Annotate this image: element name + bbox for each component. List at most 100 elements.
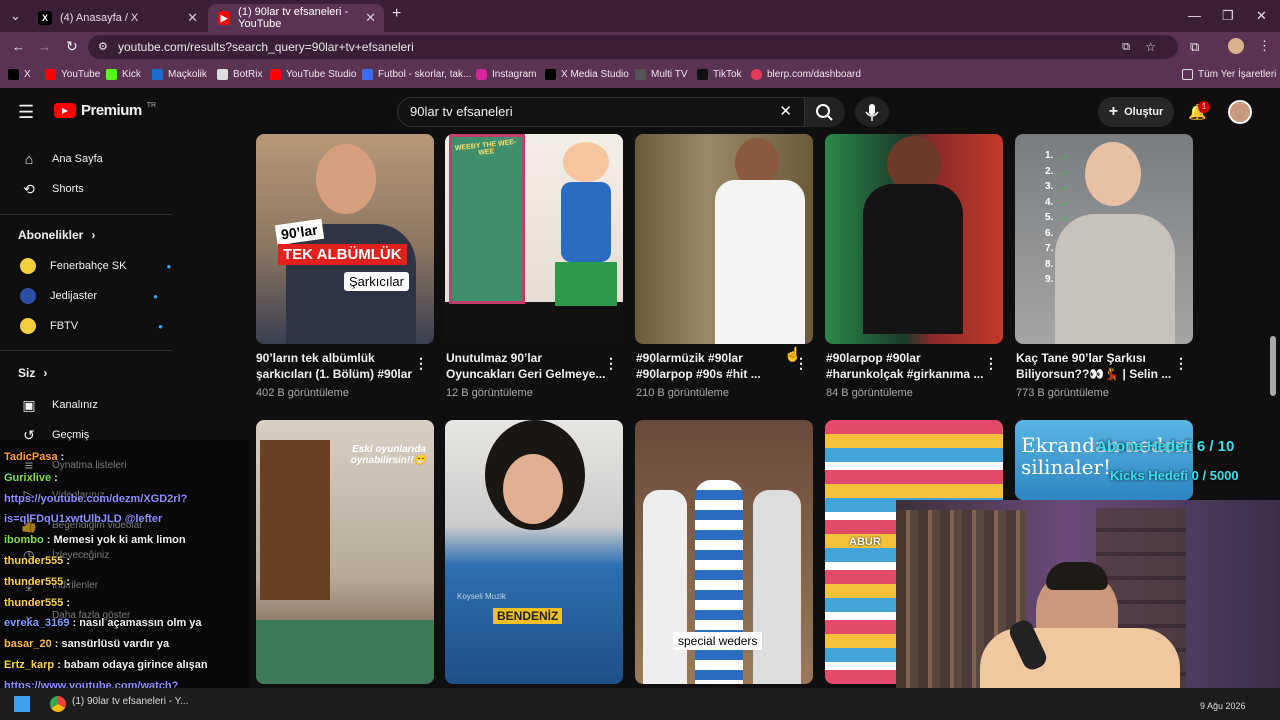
bookmark-blerp[interactable]: blerp.com/dashboard <box>751 69 861 80</box>
forward-arrow-icon[interactable]: → <box>38 39 51 54</box>
tab-x[interactable]: X (4) Anasayfa / X ✕ <box>28 4 206 32</box>
video-title-5[interactable]: Kaç Tane 90’lar Şarkısı Biliyorsun??👀💃 |… <box>1016 350 1176 382</box>
chat-username[interactable]: thunder555 <box>4 597 63 609</box>
windows-start-icon[interactable] <box>14 696 30 712</box>
sidebar-sub-fbtv[interactable]: FBTV ● <box>20 318 163 334</box>
back-arrow-icon[interactable]: ← <box>12 39 25 54</box>
video-menu-icon[interactable]: ⋮ <box>604 355 618 372</box>
chat-username[interactable]: ibombo <box>4 534 44 546</box>
video-thumbnail-10[interactable]: Ekrandan neden silinaler! <box>1015 420 1193 500</box>
bookmark-multi-tv[interactable]: Multi TV <box>635 69 688 80</box>
sidebar-item-shorts[interactable]: ⟲ Shorts <box>20 180 84 198</box>
minimize-icon[interactable]: — <box>1188 8 1201 23</box>
video-thumbnail-5[interactable]: 1. 2. 3. 4. 5. 6. 7. 8. 9. ✓ ✓ ✓ ✓ ✓ <box>1015 134 1193 344</box>
new-tab-plus-icon[interactable]: + <box>392 5 401 23</box>
subscriptions-header[interactable]: Abonelikler › <box>18 228 95 242</box>
chat-username[interactable]: Ertz_karp <box>4 659 54 671</box>
tab-youtube[interactable]: ▶ (1) 90lar tv efsaneleri - YouTube ✕ <box>208 4 384 32</box>
star-icon[interactable]: ☆ <box>1145 35 1156 59</box>
bookmark-mackolik[interactable]: Maçkolik <box>152 69 207 80</box>
grey-sweater <box>1055 214 1175 344</box>
clear-search-icon[interactable]: ✕ <box>779 98 792 126</box>
video-thumbnail-8[interactable]: special weders <box>635 420 813 684</box>
maximize-icon[interactable]: ❐ <box>1222 8 1234 24</box>
video-menu-icon[interactable]: ⋮ <box>984 355 998 372</box>
sidebar-item-channel[interactable]: ▣ Kanalınız <box>20 396 98 414</box>
bookmark-youtube[interactable]: YouTube <box>45 69 100 80</box>
blerp-icon <box>751 69 762 80</box>
search-input[interactable]: 90lar tv efsaneleri ✕ <box>397 97 805 127</box>
extensions-icon[interactable]: ⧉ <box>1190 39 1199 55</box>
video-views-5: 773 B görüntüleme <box>1016 387 1109 399</box>
address-bar[interactable]: ⚙ youtube.com/results?search_query=90lar… <box>88 35 1178 59</box>
chat-username[interactable]: Gurixlive <box>4 472 51 484</box>
video-thumbnail-3[interactable] <box>635 134 813 344</box>
sidebar-item-home[interactable]: ⌂ Ana Sayfa <box>20 150 103 168</box>
url-text: youtube.com/results?search_query=90lar+t… <box>118 40 414 54</box>
video-title-4[interactable]: #90larpop #90lar #harunkolçak #girkanıma… <box>826 350 986 382</box>
chat-message: thunder555 : <box>4 576 70 588</box>
video-title-2[interactable]: Unutulmaz 90’lar Oyuncakları Geri Gelmey… <box>446 350 606 382</box>
chat-username[interactable]: thunder555 <box>4 576 63 588</box>
close-icon[interactable]: ✕ <box>365 10 376 26</box>
sidebar-sub-jedijaster[interactable]: Jedijaster ● <box>20 288 158 304</box>
page-scrollbar[interactable] <box>1270 336 1276 396</box>
youtube-logo[interactable]: ▶ Premium TR <box>54 102 156 119</box>
bookmark-x-media-studio[interactable]: X Media Studio <box>545 69 629 80</box>
install-icon[interactable]: ⧉ <box>1122 35 1130 59</box>
chat-username[interactable]: basar_20 <box>4 638 52 650</box>
create-button[interactable]: + Oluştur <box>1098 97 1174 127</box>
chat-username[interactable]: TadicPasa <box>4 451 58 463</box>
tiktok-icon <box>697 69 708 80</box>
close-icon[interactable]: ✕ <box>187 10 198 26</box>
bookmark-botrix[interactable]: BotRix <box>217 69 262 80</box>
bookmark-tiktok[interactable]: TikTok <box>697 69 742 80</box>
video-thumbnail-4[interactable] <box>825 134 1003 344</box>
bookmark-futbol[interactable]: Futbol - skorlar, tak... <box>362 69 471 80</box>
channel-icon: ▣ <box>22 396 36 413</box>
white-tank-top <box>715 180 805 344</box>
bookmark-kick[interactable]: Kick <box>106 69 141 80</box>
sidebar-sub-fenerbahce[interactable]: Fenerbahçe SK ● <box>20 258 171 274</box>
chat-text: : nasıl açamassın olm ya <box>72 617 202 630</box>
account-avatar[interactable] <box>1228 100 1252 124</box>
chrome-icon[interactable] <box>50 696 66 712</box>
watermark: Koyseli Muzik <box>457 592 506 601</box>
person-face <box>1085 142 1141 206</box>
chat-message: is=qlFDqU1xwtUlbJLD @lefter <box>4 513 162 525</box>
chat-message: thunder555 : <box>4 555 70 567</box>
chat-text: : Memesi yok ki amk limon <box>46 534 186 547</box>
chat-username[interactable]: thunder555 <box>4 555 63 567</box>
close-window-icon[interactable]: ✕ <box>1256 8 1267 24</box>
thumb-caption: Eski oyunlarıda oynabilirsin!!😁 <box>350 444 426 466</box>
person-3 <box>753 490 801 684</box>
taskbar-window-title[interactable]: (1) 90lar tv efsaneleri - Y... <box>72 696 188 707</box>
reload-icon[interactable]: ↻ <box>66 38 78 55</box>
kicks-goal: Kicks Hedefi 0 / 5000 <box>1110 468 1239 483</box>
video-title-3[interactable]: #90larmüzik #90lar #90larpop #90s #hit .… <box>636 350 796 382</box>
video-thumbnail-7[interactable]: Koyseli Muzik BENDENİZ <box>445 420 623 684</box>
video-thumbnail-1[interactable]: 90’lar TEK ALBÜMLÜK Şarkıcılar <box>256 134 434 344</box>
hamburger-menu-icon[interactable]: ☰ <box>18 102 34 123</box>
chat-message: thunder555 : <box>4 597 70 609</box>
voice-search-button[interactable] <box>855 97 889 127</box>
video-views-1: 402 B görüntüleme <box>256 387 349 399</box>
all-bookmarks[interactable]: Tüm Yer İşaretleri <box>1182 69 1276 80</box>
video-menu-icon[interactable]: ⋮ <box>414 355 428 372</box>
search-button[interactable] <box>805 97 845 127</box>
bookmark-x[interactable]: X <box>8 69 31 80</box>
bookmark-youtube-studio[interactable]: YouTube Studio <box>270 69 356 80</box>
menu-kebab-icon[interactable]: ⋮ <box>1258 38 1271 54</box>
divider <box>0 214 172 215</box>
video-thumbnail-2[interactable]: WEEBY THE WEE-WEE <box>445 134 623 344</box>
video-title-1[interactable]: 90’ların tek albümlük şarkıcıları (1. Bö… <box>256 350 416 382</box>
video-views-3: 210 B görüntüleme <box>636 387 729 399</box>
profile-avatar[interactable] <box>1228 38 1244 54</box>
tab-search-icon[interactable]: ⌄ <box>10 8 21 24</box>
site-info-icon[interactable]: ⚙ <box>98 35 108 59</box>
video-menu-icon[interactable]: ⋮ <box>1174 355 1188 372</box>
video-thumbnail-6[interactable]: Eski oyunlarıda oynabilirsin!!😁 <box>256 420 434 684</box>
bookmark-instagram[interactable]: Instagram <box>476 69 536 80</box>
chat-username[interactable]: evreka_3169 <box>4 617 69 629</box>
you-header[interactable]: Siz › <box>18 366 47 380</box>
